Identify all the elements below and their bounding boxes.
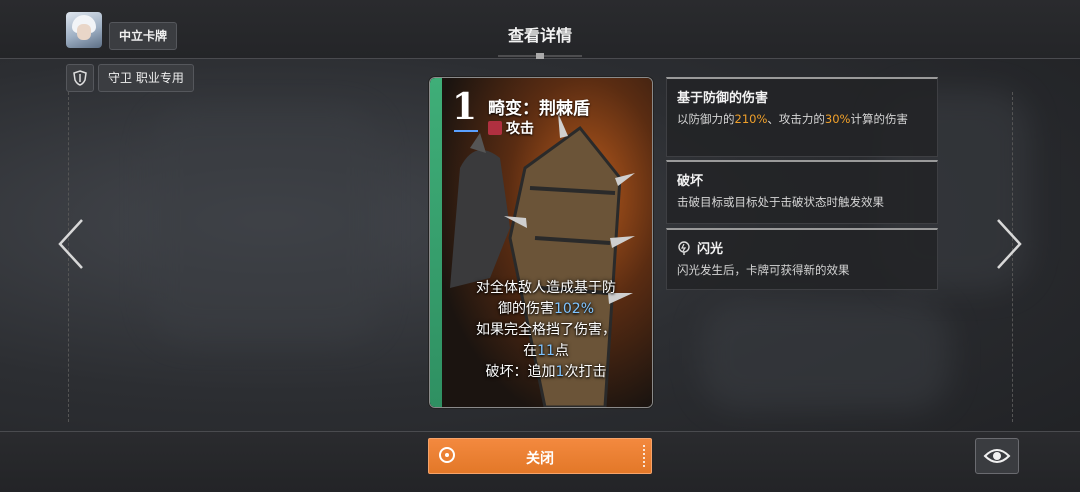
cost-underline (454, 130, 478, 132)
card-type: 攻击 (488, 118, 534, 138)
attack-type-icon (488, 121, 502, 135)
card-cost: 1 (452, 86, 478, 128)
previous-arrow-icon[interactable] (56, 218, 86, 270)
eye-icon (983, 449, 1011, 463)
keyword-title-row: 闪光 (677, 238, 927, 257)
title-divider-ornament (498, 53, 582, 59)
card-rarity-stripe (430, 78, 442, 407)
keyword-desc: 击破目标或目标处于击破状态时触发效果 (677, 195, 884, 209)
view-toggle-button[interactable] (975, 438, 1019, 474)
keyword-box-break: 破坏 击破目标或目标处于击破状态时触发效果 (666, 160, 938, 224)
card-text-line: 在11点 (523, 343, 569, 359)
role-shield-icon (66, 64, 94, 92)
keyword-box-flash: 闪光 闪光发生后，卡牌可获得新的效果 (666, 228, 938, 290)
next-arrow-icon[interactable] (994, 218, 1024, 270)
close-button[interactable]: 关闭 (428, 438, 652, 474)
role-restriction-badge: 守卫 职业专用 (98, 64, 194, 92)
page-title: 查看详情 (507, 26, 572, 45)
flash-icon (678, 240, 690, 255)
close-button-label: 关闭 (526, 451, 554, 467)
card-text-line: 御的伤害102% (497, 301, 595, 317)
card-text-line: 对全体敌人造成基于防 (476, 280, 616, 296)
card-name: 畸变：荆棘盾 (488, 99, 590, 119)
keyword-title: 闪光 (697, 242, 724, 257)
keyword-box-defense-damage: 基于防御的伤害 以防御力的210%、攻击力的30%计算的伤害 (666, 77, 938, 157)
card-text-line: 如果完全格挡了伤害， (476, 322, 616, 338)
keyword-title: 基于防御的伤害 (677, 91, 769, 106)
keyword-desc: 闪光发生后，卡牌可获得新的效果 (677, 263, 850, 277)
keyword-desc: 以防御力的210%、攻击力的30%计算的伤害 (677, 112, 908, 126)
card-preview: 1 畸变：荆棘盾 攻击 对全体敌人造成基于防 御的伤害102% 如果完全格挡了伤… (429, 77, 653, 408)
background-shape (150, 110, 380, 340)
button-dots-decor (643, 445, 647, 467)
card-text-line: 破坏：追加1次打击 (485, 364, 607, 380)
keyword-title: 破坏 (677, 174, 704, 189)
card-effect-text: 对全体敌人造成基于防 御的伤害102% 如果完全格挡了伤害， 在11点 破坏：追… (444, 278, 648, 383)
top-bar: 中立卡牌 查看详情 (0, 0, 1080, 59)
background-shape (700, 300, 950, 410)
card-type-label: 攻击 (506, 121, 534, 137)
